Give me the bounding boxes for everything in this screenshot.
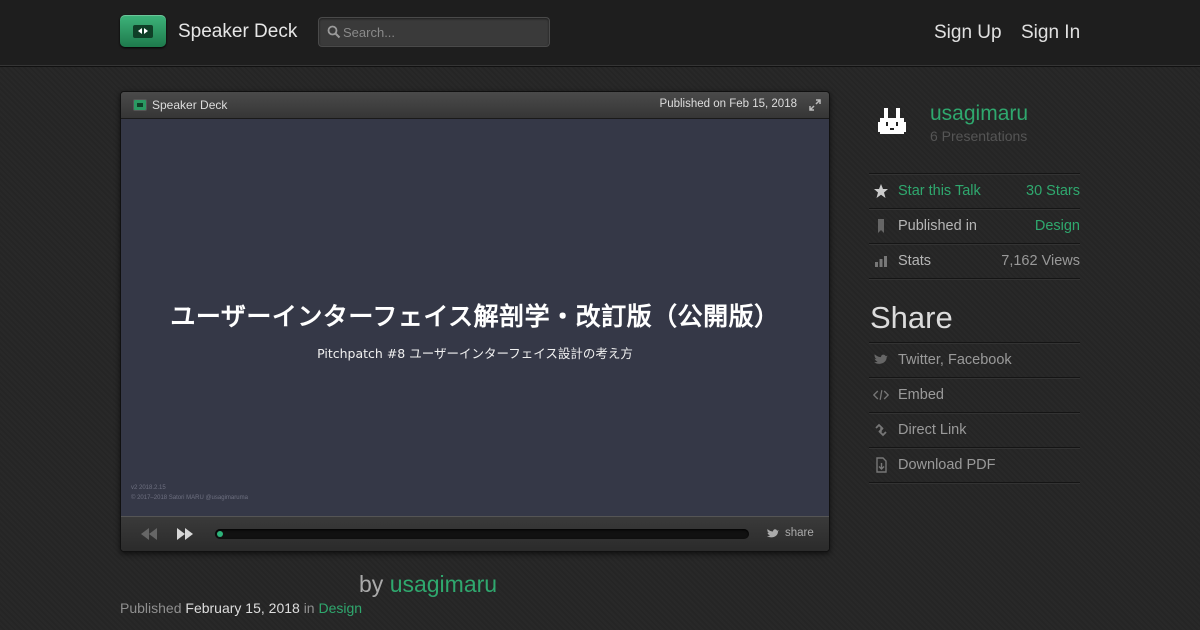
- speaker-deck-mini-logo-icon: [133, 99, 147, 111]
- player-controls: share: [121, 516, 829, 551]
- sign-in-link[interactable]: Sign In: [1021, 22, 1080, 44]
- twitter-bird-icon[interactable]: [766, 528, 780, 540]
- sidebar-author-name[interactable]: usagimaru: [930, 102, 1028, 126]
- previous-slide-icon[interactable]: [141, 528, 157, 540]
- share-embed[interactable]: Embed: [869, 377, 1080, 412]
- share-download-pdf[interactable]: Download PDF: [869, 447, 1080, 482]
- code-icon: [873, 390, 889, 400]
- slide-footer-copyright: © 2017–2018 Satori MARU @usagimaruma: [131, 495, 248, 501]
- slide-progress-fill: [217, 531, 223, 537]
- views-count: 7,162 Views: [1001, 253, 1080, 269]
- player-title-bar: Speaker Deck Published on Feb 15, 2018: [121, 92, 829, 119]
- search-box[interactable]: [318, 17, 550, 47]
- slide-player: Speaker Deck Published on Feb 15, 2018 ユ…: [120, 91, 830, 552]
- published-line: Published February 15, 2018 in Design: [120, 600, 362, 616]
- share-heading: Share: [870, 300, 953, 335]
- share-twitter-facebook[interactable]: Twitter, Facebook: [869, 342, 1080, 377]
- slide-footer: v2 2018.2.15 © 2017–2018 Satori MARU @us…: [131, 483, 248, 503]
- stats-row[interactable]: Stats 7,162 Views: [869, 243, 1080, 278]
- slide-footer-version: v2 2018.2.15: [131, 485, 166, 491]
- search-icon: [327, 25, 341, 39]
- bookmark-icon: [878, 219, 884, 233]
- download-file-icon: [876, 457, 887, 473]
- in-word: in: [303, 600, 315, 616]
- presentation-count: 6 Presentations: [930, 128, 1028, 144]
- player-brand: Speaker Deck: [152, 98, 228, 112]
- download-pdf-label[interactable]: Download PDF: [898, 457, 996, 473]
- author-link[interactable]: usagimaru: [390, 571, 497, 597]
- search-input[interactable]: [343, 18, 543, 46]
- stats-label: Stats: [898, 253, 932, 269]
- star-icon: [874, 184, 888, 198]
- slide-view[interactable]: ユーザーインターフェイス解剖学・改訂版（公開版） Pitchpatch #8 ユ…: [121, 119, 829, 516]
- published-in-label: Published in: [898, 218, 977, 234]
- next-slide-icon[interactable]: [177, 528, 193, 540]
- bar-chart-icon: [875, 256, 887, 267]
- speaker-deck-logo-icon[interactable]: [120, 15, 166, 47]
- star-count: 30 Stars: [1026, 183, 1080, 199]
- published-in-category-link[interactable]: Design: [1035, 218, 1080, 234]
- brand-name[interactable]: Speaker Deck: [178, 21, 297, 43]
- fullscreen-expand-icon[interactable]: [809, 99, 821, 111]
- sign-up-link[interactable]: Sign Up: [934, 22, 1002, 44]
- embed-label[interactable]: Embed: [898, 387, 944, 403]
- direct-link-label[interactable]: Direct Link: [898, 422, 967, 438]
- author-avatar[interactable]: [876, 106, 908, 138]
- by-author-line: by usagimaru: [359, 571, 497, 598]
- slide-progress-bar[interactable]: [215, 529, 749, 539]
- divider: [869, 482, 1080, 483]
- share-button[interactable]: share: [785, 527, 814, 539]
- share-social-label[interactable]: Twitter, Facebook: [898, 352, 1012, 368]
- published-date: February 15, 2018: [185, 600, 300, 616]
- category-link[interactable]: Design: [318, 600, 362, 616]
- star-talk-row[interactable]: Star this Talk 30 Stars: [869, 173, 1080, 208]
- published-on-date: Published on Feb 15, 2018: [659, 98, 797, 110]
- published-in-row: Published in Design: [869, 208, 1080, 243]
- published-prefix: Published: [120, 600, 182, 616]
- slide-subtitle: Pitchpatch #8 ユーザーインターフェイス設計の考え方: [317, 346, 633, 361]
- share-direct-link[interactable]: Direct Link: [869, 412, 1080, 447]
- by-prefix: by: [359, 571, 384, 597]
- divider: [869, 278, 1080, 279]
- twitter-bird-icon: [874, 354, 888, 364]
- top-header: Speaker Deck Sign Up Sign In: [0, 0, 1200, 66]
- slide-title: ユーザーインターフェイス解剖学・改訂版（公開版）: [170, 302, 780, 331]
- link-icon: [875, 423, 887, 437]
- star-this-talk-button[interactable]: Star this Talk: [898, 183, 981, 199]
